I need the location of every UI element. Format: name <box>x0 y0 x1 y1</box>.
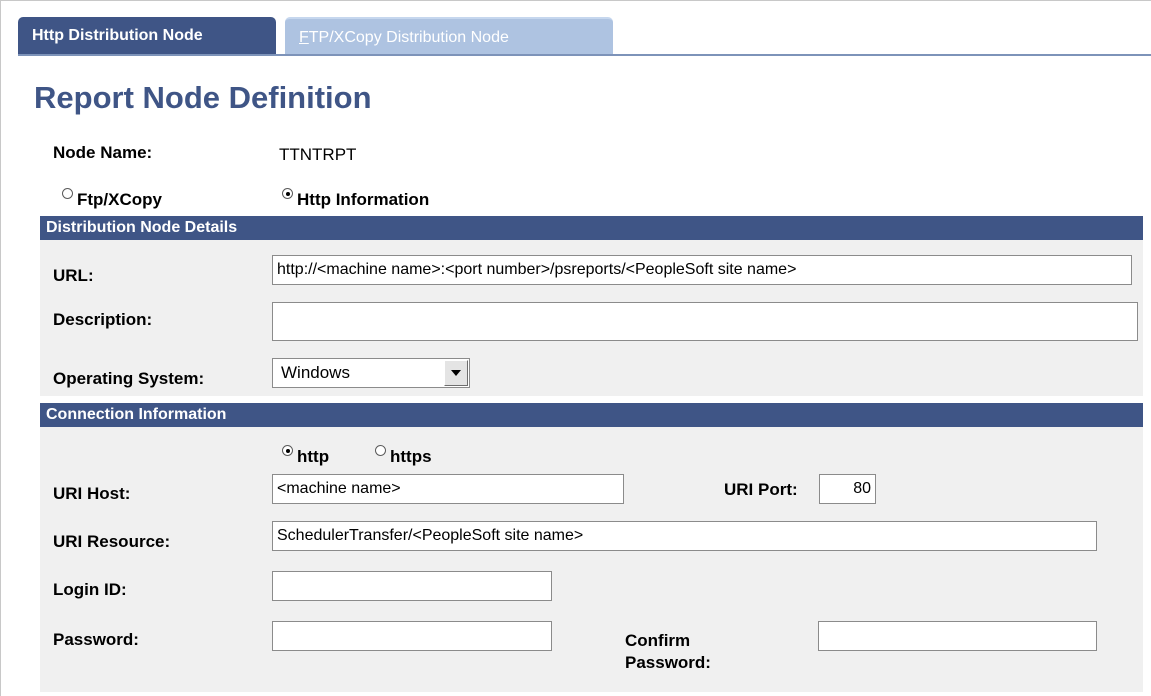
login-id-label: Login ID: <box>53 580 127 599</box>
ftp-xcopy-label: Ftp/XCopy <box>77 190 162 209</box>
url-label: URL: <box>53 266 94 285</box>
http-information-radio[interactable] <box>282 188 293 199</box>
frame-top-border <box>0 0 1151 1</box>
operating-system-label: Operating System: <box>53 369 205 388</box>
http-protocol-label: http <box>297 447 330 466</box>
page-title: Report Node Definition <box>34 80 372 115</box>
chevron-down-icon[interactable] <box>444 360 468 386</box>
frame-left-border <box>0 0 1 696</box>
description-label: Description: <box>53 310 153 329</box>
password-label: Password: <box>53 630 139 649</box>
description-input[interactable] <box>272 302 1138 341</box>
uri-port-input[interactable]: 80 <box>819 474 876 504</box>
login-id-input[interactable] <box>272 571 552 601</box>
tab-underline <box>18 54 1151 56</box>
confirm-password-input[interactable] <box>818 621 1097 651</box>
http-information-label: Http Information <box>297 190 430 209</box>
confirm-password-label: Confirm Password: <box>625 630 711 674</box>
connection-information-section <box>40 427 1143 692</box>
operating-system-value: Windows <box>281 363 350 382</box>
uri-port-label: URI Port: <box>724 480 798 499</box>
uri-resource-label: URI Resource: <box>53 532 171 551</box>
tab-ftp-xcopy-distribution-node[interactable]: FTP/XCopy Distribution Node <box>285 17 613 55</box>
node-name-label: Node Name: <box>53 143 153 162</box>
https-protocol-label: https <box>390 447 432 466</box>
url-input[interactable]: http://<machine name>:<port number>/psre… <box>272 255 1132 285</box>
uri-resource-input[interactable]: SchedulerTransfer/<PeopleSoft site name> <box>272 521 1097 551</box>
connection-information-title: Connection Information <box>46 406 227 423</box>
tab-http-label: Http Distribution Node <box>32 27 203 44</box>
https-protocol-radio[interactable] <box>375 445 386 456</box>
uri-host-input[interactable]: <machine name> <box>272 474 624 504</box>
uri-host-label: URI Host: <box>53 484 131 503</box>
confirm-password-label-line1: Confirm <box>625 631 691 650</box>
confirm-password-label-line2: Password: <box>625 653 711 672</box>
password-input[interactable] <box>272 621 552 651</box>
connection-information-header: Connection Information <box>40 403 1143 427</box>
ftp-xcopy-radio[interactable] <box>62 188 73 199</box>
operating-system-select[interactable]: Windows <box>272 358 470 388</box>
node-name-value: TTNTRPT <box>279 145 357 164</box>
distribution-node-details-title: Distribution Node Details <box>46 219 238 236</box>
http-protocol-radio[interactable] <box>282 445 293 456</box>
distribution-node-details-header: Distribution Node Details <box>40 216 1143 240</box>
tab-ftp-accelerator: F <box>299 29 309 46</box>
tab-ftp-label: TP/XCopy Distribution Node <box>308 29 509 46</box>
tab-http-distribution-node[interactable]: Http Distribution Node <box>18 17 276 56</box>
